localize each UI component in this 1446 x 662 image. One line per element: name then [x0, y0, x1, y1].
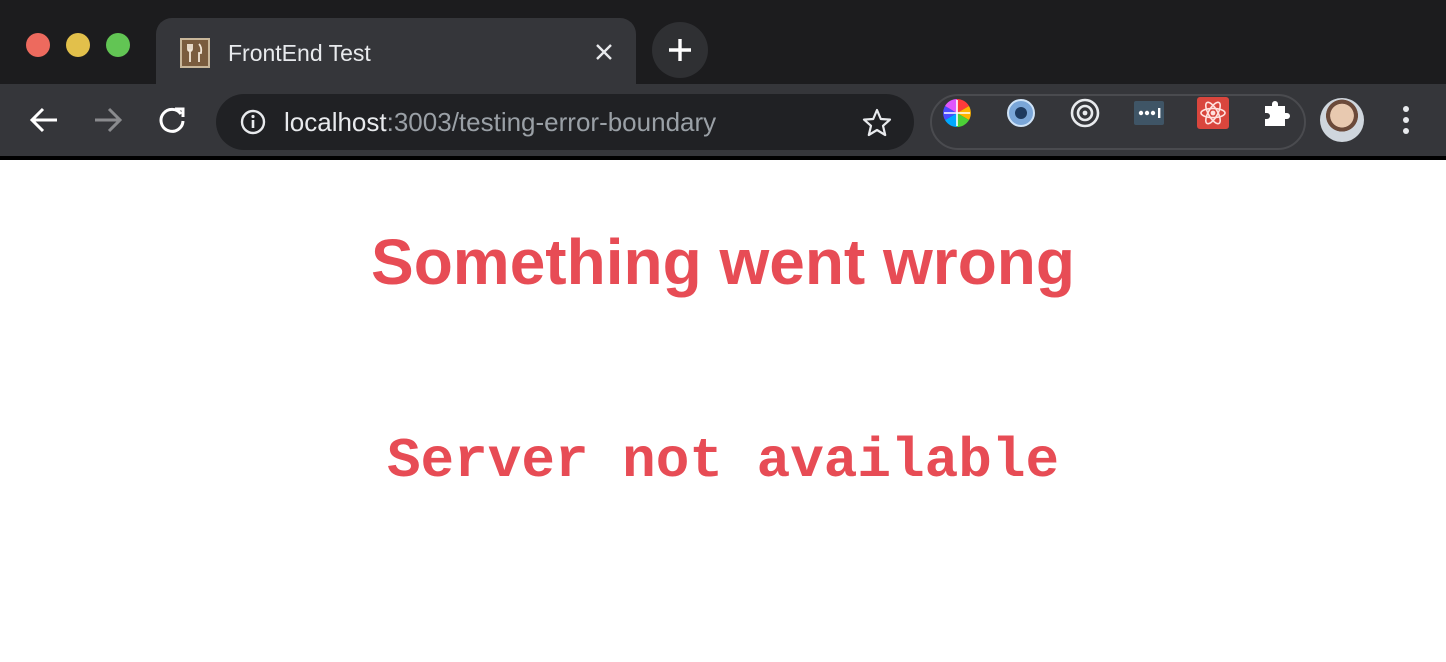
arrow-right-icon — [95, 107, 123, 133]
ring-extension-icon[interactable] — [1004, 96, 1038, 130]
utensils-icon — [180, 38, 210, 68]
dots-extension-icon[interactable] — [1132, 96, 1166, 130]
arrow-left-icon — [29, 107, 57, 133]
tab-strip: FrontEnd Test — [0, 0, 1446, 84]
url-path: :3003/testing-error-boundary — [386, 107, 717, 137]
close-window-button[interactable] — [26, 33, 50, 57]
minimize-window-button[interactable] — [66, 33, 90, 57]
error-title: Something went wrong — [371, 226, 1075, 298]
back-button[interactable] — [24, 100, 64, 140]
forward-button[interactable] — [88, 100, 128, 140]
bookmark-star-icon[interactable] — [860, 106, 894, 140]
plus-icon — [669, 39, 691, 61]
reload-button[interactable] — [152, 100, 192, 140]
close-tab-icon[interactable] — [588, 36, 620, 68]
target-extension-icon[interactable] — [1068, 96, 1102, 130]
url-text[interactable]: localhost:3003/testing-error-boundary — [284, 106, 716, 138]
color-wheel-extension-icon[interactable] — [940, 96, 974, 130]
browser-menu-icon[interactable] — [1390, 100, 1422, 140]
tab-title: FrontEnd Test — [228, 40, 371, 66]
browser-toolbar: localhost:3003/testing-error-boundary — [0, 84, 1446, 156]
puzzle-extensions-icon[interactable] — [1260, 96, 1294, 130]
extensions-group — [930, 94, 1306, 150]
react-devtools-icon[interactable] — [1196, 96, 1230, 130]
reload-icon — [159, 107, 185, 133]
url-host: localhost — [284, 107, 387, 137]
error-message: Server not available — [386, 429, 1060, 493]
profile-avatar[interactable] — [1320, 98, 1364, 142]
info-icon[interactable] — [238, 107, 268, 137]
new-tab-button[interactable] — [652, 22, 708, 78]
address-bar[interactable]: localhost:3003/testing-error-boundary — [216, 94, 914, 150]
maximize-window-button[interactable] — [106, 33, 130, 57]
active-tab[interactable]: FrontEnd Test — [156, 18, 636, 84]
browser-chrome: FrontEnd Test localhost:3003/testing-err… — [0, 0, 1446, 160]
page-content: Something went wrong Server not availabl… — [0, 160, 1446, 662]
